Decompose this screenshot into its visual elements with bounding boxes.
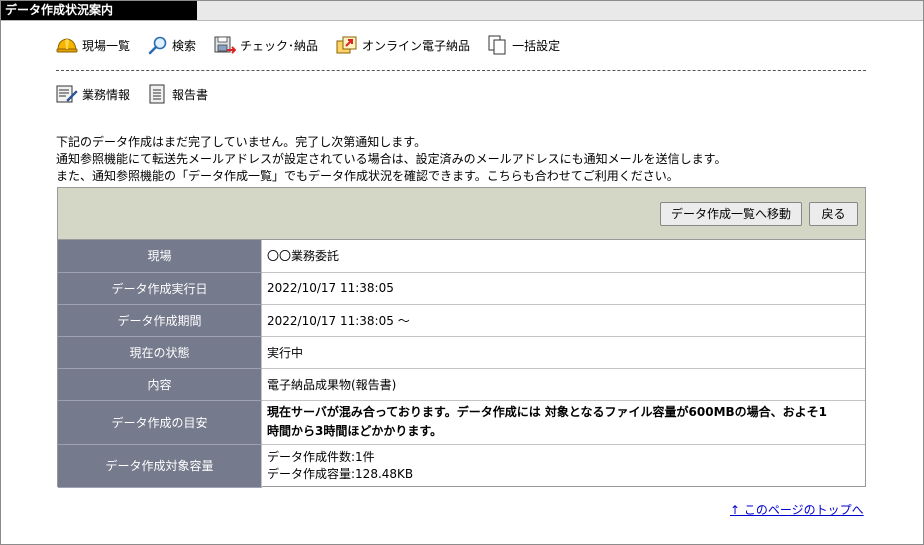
row-label: データ作成期間 bbox=[58, 304, 262, 337]
status-table: 現場 〇〇業務委託 データ作成実行日 2022/10/17 11:38:05 デ… bbox=[58, 240, 865, 488]
row-label: データ作成対象容量 bbox=[58, 444, 262, 488]
status-panel: データ作成一覧へ移動 戻る 現場 〇〇業務委託 データ作成実行日 2022/10… bbox=[57, 187, 866, 488]
online-delivery-icon bbox=[336, 35, 362, 55]
estimate-line: 時間から3時間ほどかかります。 bbox=[267, 424, 443, 438]
nav-report[interactable]: 報告書 bbox=[148, 84, 208, 104]
estimate-line: 現在サーバが混み合っております。データ作成には 対象となるファイル容量が600M… bbox=[267, 405, 828, 419]
row-label: 現場 bbox=[58, 240, 262, 273]
row-label: データ作成の目安 bbox=[58, 400, 262, 445]
nav-bulk-settings[interactable]: 一括設定 bbox=[488, 35, 560, 55]
nav-site-list[interactable]: 現場一覧 bbox=[56, 35, 130, 55]
nav-check-delivery[interactable]: チェック･納品 bbox=[214, 35, 318, 55]
nav-divider bbox=[56, 70, 866, 71]
nav-online-delivery[interactable]: オンライン電子納品 bbox=[336, 35, 470, 55]
row-value: 実行中 bbox=[261, 336, 865, 369]
nav-row-main: 現場一覧 検索 チェック･納品 オンライン電子納品 一括設定 bbox=[56, 35, 578, 55]
documents-icon bbox=[488, 35, 512, 55]
go-to-list-button[interactable]: データ作成一覧へ移動 bbox=[660, 202, 802, 226]
row-value: データ作成件数:1件 データ作成容量:128.48KB bbox=[262, 444, 866, 487]
row-value: 電子納品成果物(報告書) bbox=[261, 368, 865, 401]
page-title: データ作成状況案内 bbox=[1, 1, 197, 20]
row-value: 2022/10/17 11:38:05 bbox=[261, 272, 865, 305]
table-row: データ作成対象容量 データ作成件数:1件 データ作成容量:128.48KB bbox=[58, 444, 866, 488]
title-bar: データ作成状況案内 bbox=[1, 1, 923, 21]
helmet-icon bbox=[56, 35, 82, 55]
table-row: 現在の状態 実行中 bbox=[58, 336, 865, 369]
nav-check-delivery-label: チェック･納品 bbox=[240, 38, 319, 53]
row-value: 現在サーバが混み合っております。データ作成には 対象となるファイル容量が600M… bbox=[261, 400, 865, 445]
row-label: 現在の状態 bbox=[58, 336, 262, 369]
back-button[interactable]: 戻る bbox=[809, 202, 858, 226]
nav-row-sub: 業務情報 報告書 bbox=[56, 84, 226, 104]
nav-online-delivery-label: オンライン電子納品 bbox=[362, 38, 471, 53]
capacity-count: データ作成件数:1件 bbox=[267, 449, 375, 464]
nav-site-list-label: 現場一覧 bbox=[82, 38, 131, 53]
page-frame: データ作成状況案内 現場一覧 検索 チェック･納品 オンライン電子納品 一括設定… bbox=[0, 0, 924, 545]
table-row: 現場 〇〇業務委託 bbox=[58, 240, 865, 273]
save-check-icon bbox=[214, 35, 240, 55]
nav-report-label: 報告書 bbox=[172, 87, 209, 102]
notice-line: 下記のデータ作成はまだ完了していません。完了し次第通知します。 bbox=[56, 135, 427, 149]
row-value: 〇〇業務委託 bbox=[261, 240, 865, 273]
row-label: データ作成実行日 bbox=[58, 272, 262, 305]
row-label: 内容 bbox=[58, 368, 262, 401]
nav-bulk-settings-label: 一括設定 bbox=[512, 38, 561, 53]
row-value: 2022/10/17 11:38:05 ～ bbox=[261, 304, 865, 337]
notice-line: 通知参照機能にて転送先メールアドレスが設定されている場合は、設定済みのメールアド… bbox=[56, 152, 727, 166]
edit-document-icon bbox=[56, 84, 82, 104]
back-to-top-link[interactable]: ↑ このページのトップへ bbox=[730, 501, 864, 518]
magnifier-icon bbox=[148, 35, 172, 55]
nav-search[interactable]: 検索 bbox=[148, 35, 196, 55]
nav-work-info-label: 業務情報 bbox=[82, 87, 131, 102]
notice-line: また、通知参照機能の「データ作成一覧」でもデータ作成状況を確認できます。こちらも… bbox=[56, 169, 679, 183]
table-row: 内容 電子納品成果物(報告書) bbox=[58, 368, 865, 401]
table-row: データ作成実行日 2022/10/17 11:38:05 bbox=[58, 272, 865, 305]
nav-search-label: 検索 bbox=[172, 38, 197, 53]
table-row: データ作成の目安 現在サーバが混み合っております。データ作成には 対象となるファ… bbox=[58, 400, 865, 445]
capacity-size: データ作成容量:128.48KB bbox=[267, 466, 414, 481]
table-row: データ作成期間 2022/10/17 11:38:05 ～ bbox=[58, 304, 865, 337]
report-icon bbox=[148, 84, 172, 104]
nav-work-info[interactable]: 業務情報 bbox=[56, 84, 130, 104]
panel-toolbar: データ作成一覧へ移動 戻る bbox=[58, 188, 865, 240]
notice-message: 下記のデータ作成はまだ完了していません。完了し次第通知します。 通知参照機能にて… bbox=[56, 134, 876, 185]
